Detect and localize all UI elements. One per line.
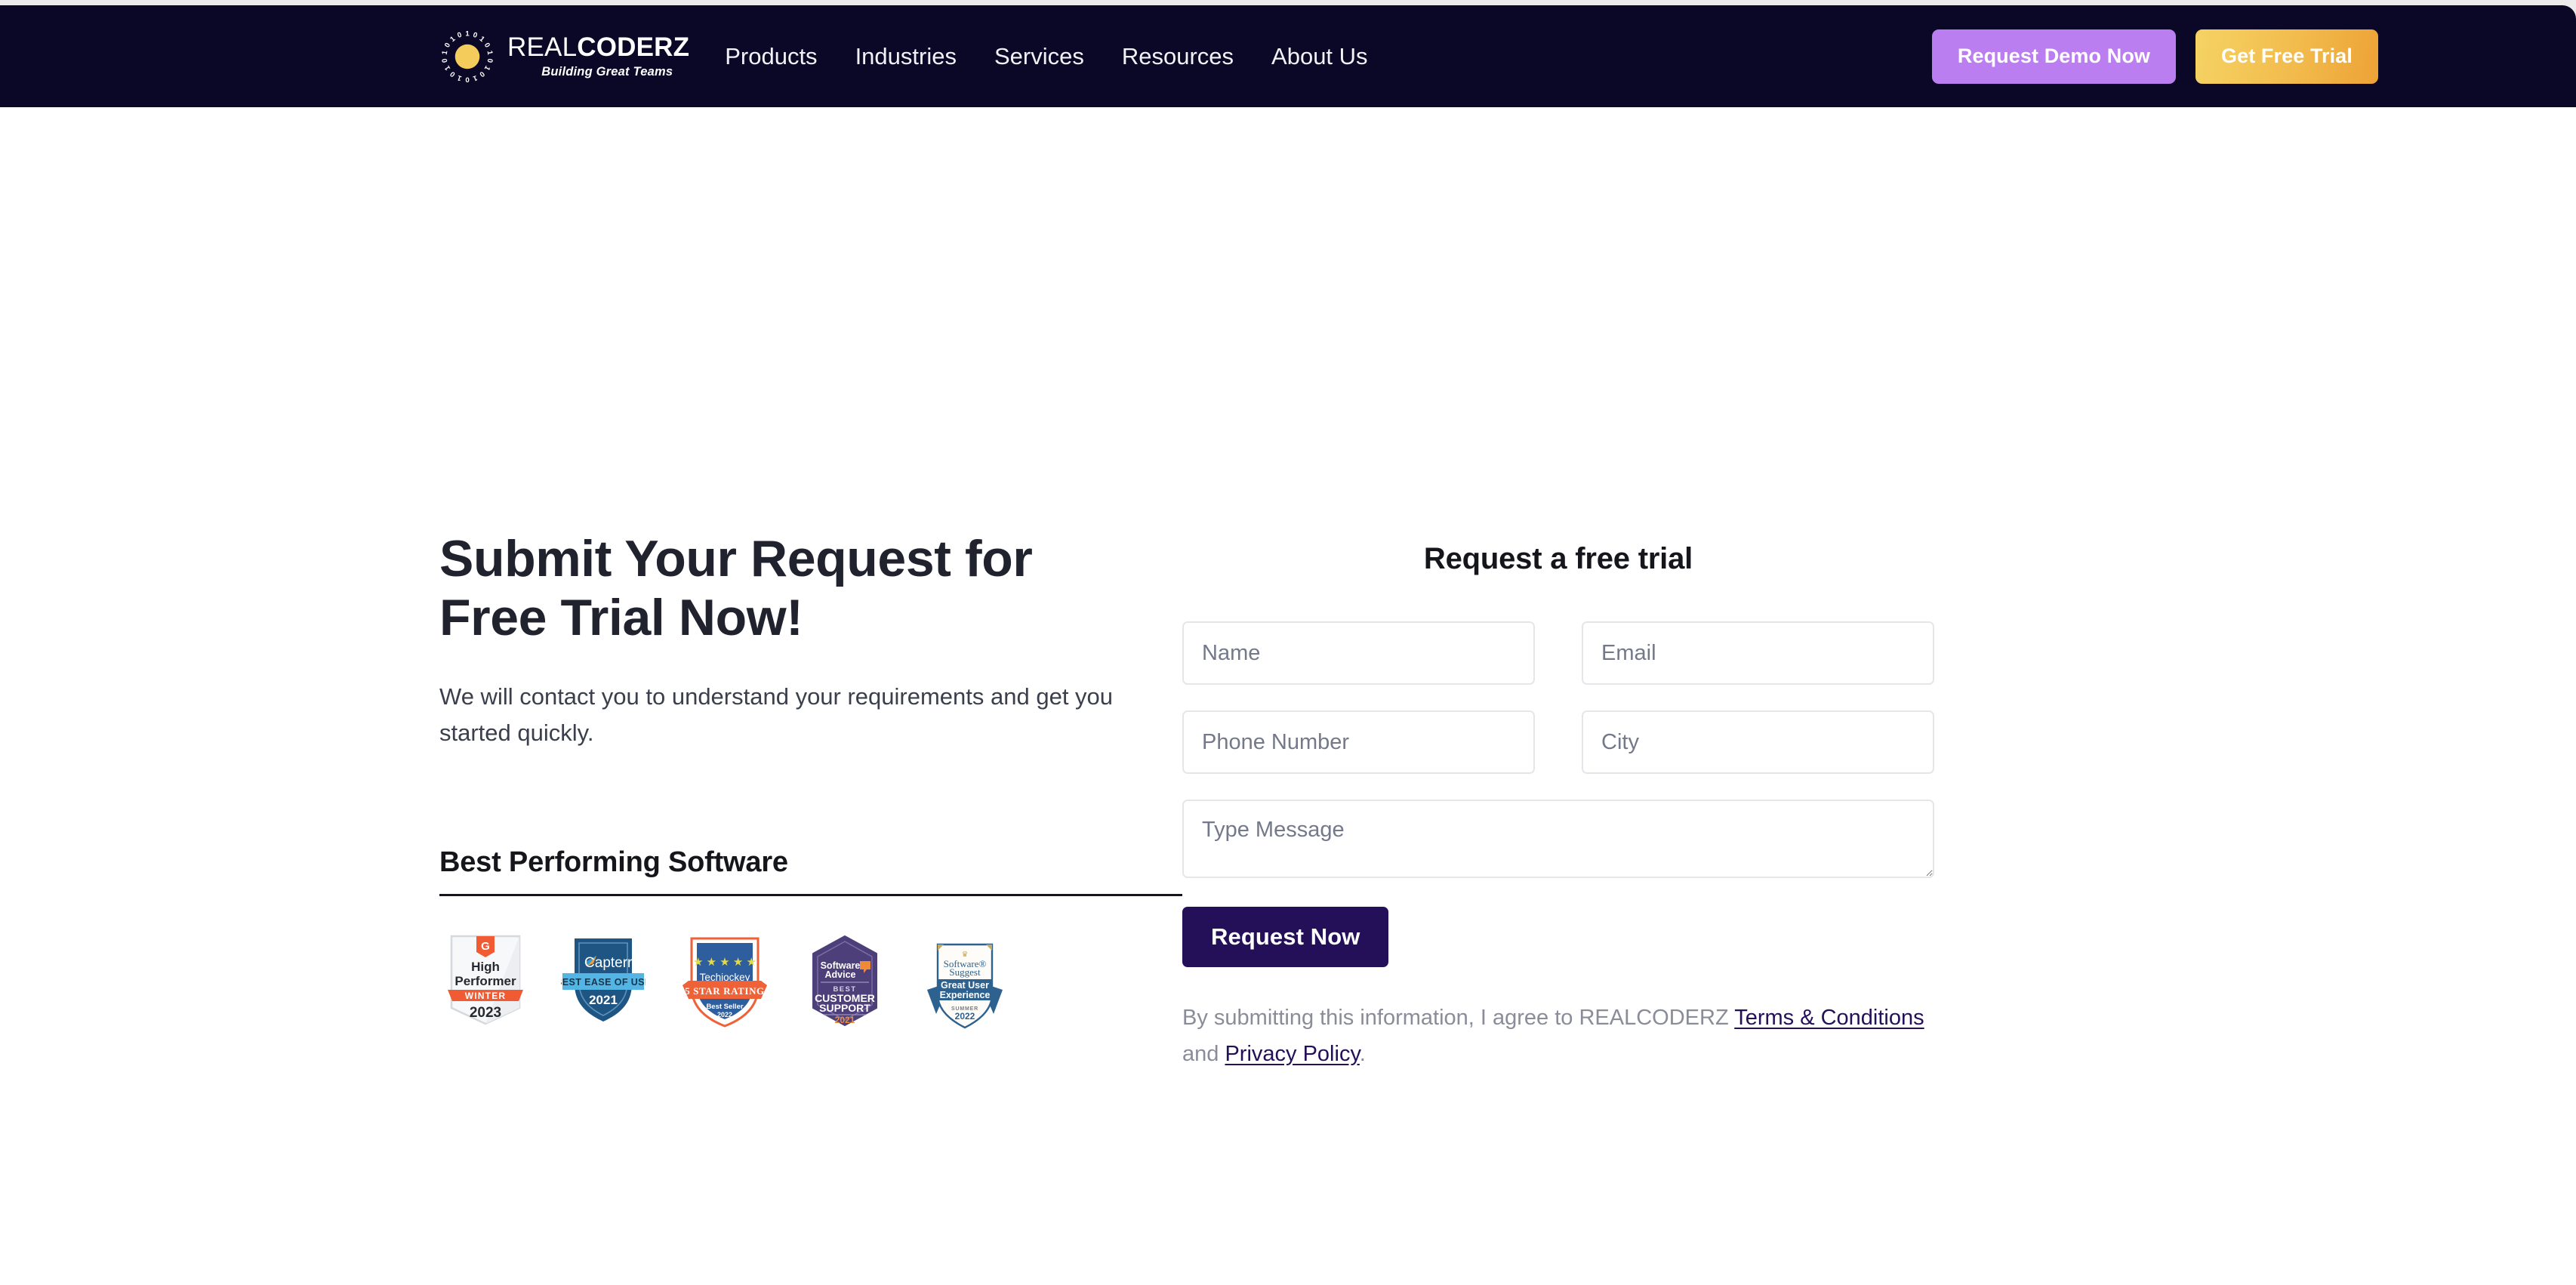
svg-text:Great User: Great User	[941, 980, 989, 991]
free-trial-form: Request Now	[1182, 621, 1934, 967]
field-wrapper-city	[1582, 710, 1934, 774]
svg-text:1: 1	[471, 72, 478, 82]
svg-text:1: 1	[456, 72, 463, 82]
form-row-phone-city	[1182, 710, 1934, 774]
form-heading: Request a free trial	[1423, 542, 1693, 575]
awards-heading: Best Performing Software	[439, 846, 788, 879]
awards-divider	[439, 894, 1182, 897]
nav-item-about-us[interactable]: About Us	[1253, 35, 1387, 78]
browser-viewport: 1 0 1 0 1 0 1 0 1 0 1 0 1 0 1 0 1 0 REAL…	[0, 5, 2576, 1285]
svg-text:Experience: Experience	[940, 990, 991, 1000]
page-title: Submit Your Request for Free Trial Now!	[439, 530, 1033, 646]
request-demo-button[interactable]: Request Demo Now	[1931, 29, 2177, 84]
city-input[interactable]	[1582, 710, 1934, 774]
terms-and-conditions-link[interactable]: Terms & Conditions	[1734, 1006, 1924, 1030]
svg-text:0: 0	[456, 30, 463, 39]
header-actions: Request Demo Now Get Free Trial	[1931, 29, 2378, 84]
terms-note-prefix: By submitting this information, I agree …	[1182, 1006, 1735, 1030]
svg-text:0: 0	[485, 57, 495, 63]
svg-text:1: 1	[443, 63, 453, 72]
svg-text:1: 1	[478, 35, 487, 44]
field-wrapper-email	[1582, 621, 1934, 685]
nav-item-resources[interactable]: Resources	[1103, 35, 1253, 78]
site-logo[interactable]: 1 0 1 0 1 0 1 0 1 0 1 0 1 0 1 0 1 0 REAL…	[439, 29, 689, 85]
main-navigation: Products Industries Services Resources A…	[706, 35, 1386, 78]
svg-text:1: 1	[482, 63, 491, 72]
svg-text:1: 1	[485, 50, 495, 56]
svg-text:WINTER: WINTER	[465, 991, 507, 1001]
svg-text:0: 0	[448, 69, 457, 78]
svg-text:High: High	[471, 960, 500, 974]
svg-text:2022: 2022	[717, 1011, 732, 1018]
techjockey-5-star-rating-badge: ★ ★ ★ ★ ★ Techjockey 5 STAR RATING Best …	[683, 937, 767, 1028]
svg-text:2021: 2021	[589, 993, 618, 1007]
form-row-name-email	[1182, 621, 1934, 685]
email-input[interactable]	[1582, 621, 1934, 685]
privacy-policy-link[interactable]: Privacy Policy	[1225, 1042, 1359, 1066]
logo-tagline: Building Great Teams	[541, 65, 673, 79]
capterra-best-ease-of-use-badge: Capterra BEST EASE OF USE 2021	[561, 938, 646, 1022]
request-now-button[interactable]: Request Now	[1182, 907, 1389, 967]
svg-text:1: 1	[448, 34, 458, 43]
svg-text:Performer: Performer	[454, 974, 516, 988]
softwaresuggest-great-user-experience-badge: ♛ Software® Suggest Great User Experienc…	[927, 943, 1003, 1029]
site-header: 1 0 1 0 1 0 1 0 1 0 1 0 1 0 1 0 1 0 REAL…	[0, 5, 2576, 107]
svg-text:BEST EASE OF USE: BEST EASE OF USE	[561, 977, 646, 988]
hero-left-column: Submit Your Request for Free Trial Now! …	[198, 530, 1182, 1073]
svg-text:Best Seller: Best Seller	[706, 1003, 743, 1011]
binary-sun-logo-icon: 1 0 1 0 1 0 1 0 1 0 1 0 1 0 1 0 1 0	[441, 29, 495, 83]
svg-text:2022: 2022	[955, 1011, 975, 1022]
phone-number-input[interactable]	[1182, 710, 1535, 774]
svg-text:Suggest: Suggest	[949, 966, 981, 978]
get-free-trial-button[interactable]: Get Free Trial	[2195, 29, 2378, 84]
svg-text:1: 1	[465, 29, 470, 38]
g2-high-performer-badge: G High Performer WINTER 2023	[448, 935, 523, 1025]
logo-name-bold: CODERZ	[577, 32, 690, 63]
hero-subtitle: We will contact you to understand your r…	[439, 683, 1114, 747]
awards-badge-row: G High Performer WINTER 2023 Capterra ES…	[439, 934, 1119, 1034]
hero-right-column: Request a free trial Name Email Phone Nu…	[1119, 530, 2378, 1073]
svg-text:2021: 2021	[835, 1015, 855, 1025]
svg-text:G: G	[481, 940, 490, 953]
terms-note-middle: and	[1182, 1041, 1225, 1066]
nav-item-products[interactable]: Products	[706, 35, 836, 78]
svg-text:0: 0	[472, 30, 479, 39]
awards-block: Best Performing Software G High Performe…	[439, 846, 1182, 1034]
svg-text:0: 0	[465, 75, 469, 83]
svg-text:Advice: Advice	[825, 969, 856, 980]
svg-text:2023: 2023	[470, 1005, 501, 1021]
hero-section: Submit Your Request for Free Trial Now! …	[0, 107, 2576, 1285]
svg-text:★ ★ ★ ★ ★: ★ ★ ★ ★ ★	[693, 956, 756, 969]
message-textarea[interactable]	[1182, 800, 1934, 878]
field-wrapper-phone	[1182, 710, 1535, 774]
svg-text:0: 0	[443, 41, 452, 48]
svg-text:0: 0	[482, 41, 491, 48]
nav-item-services[interactable]: Services	[975, 35, 1103, 78]
software-advice-best-customer-support-badge: Software Advice BEST CUSTOMER SUPPORT 20…	[812, 935, 877, 1027]
svg-text:Capterra: Capterra	[584, 955, 640, 971]
svg-text:SUPPORT: SUPPORT	[819, 1002, 870, 1014]
terms-consent-note: By submitting this information, I agree …	[1182, 1000, 1934, 1073]
name-input[interactable]	[1182, 621, 1535, 685]
field-wrapper-name	[1182, 621, 1535, 685]
terms-note-suffix: .	[1359, 1041, 1366, 1066]
field-wrapper-message	[1182, 800, 1934, 878]
svg-text:5 STAR RATING: 5 STAR RATING	[685, 985, 765, 997]
logo-name-light: REAL	[507, 32, 578, 63]
svg-text:0: 0	[478, 69, 486, 78]
svg-text:1: 1	[441, 49, 450, 55]
nav-item-industries[interactable]: Industries	[837, 35, 975, 78]
svg-text:0: 0	[441, 57, 450, 63]
